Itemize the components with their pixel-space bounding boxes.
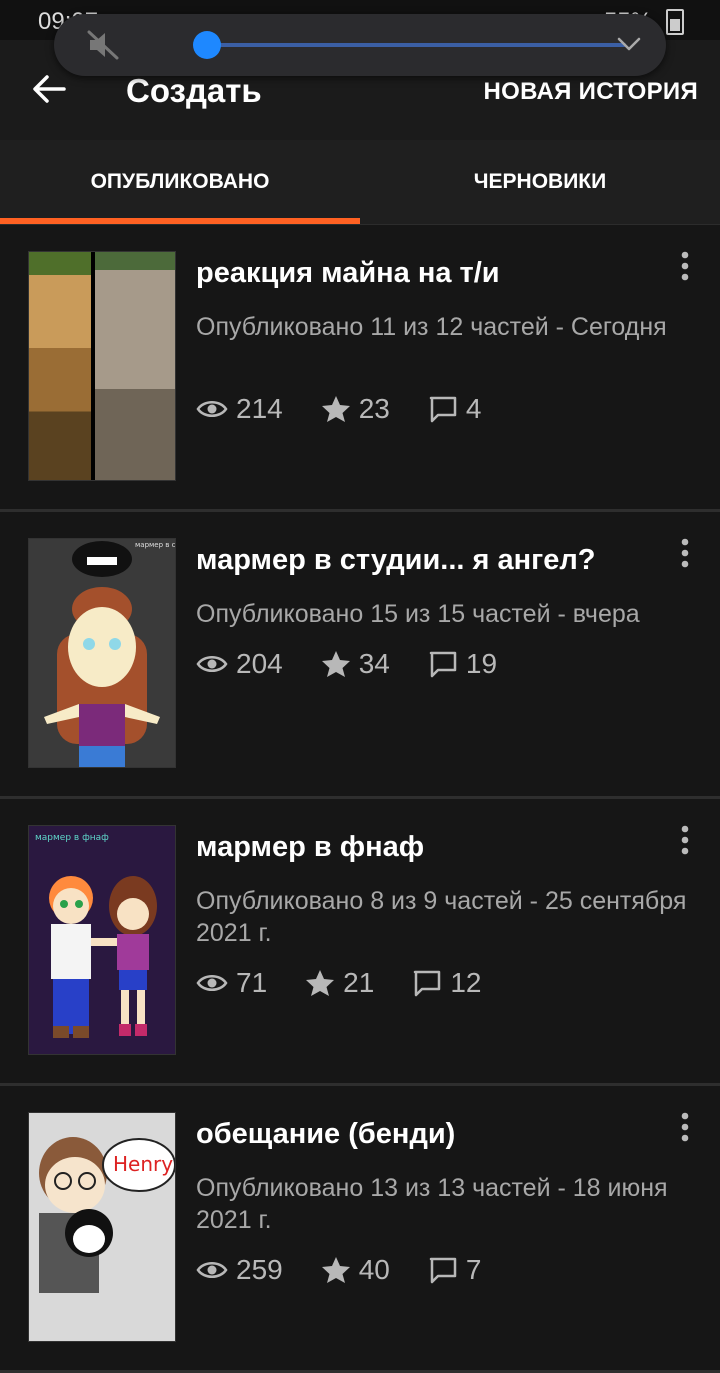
comments-count: 19 (465, 648, 498, 679)
story-cover[interactable] (28, 251, 176, 481)
story-meta: Опубликовано 15 из 15 частей - вчера (196, 600, 640, 628)
cover-text: мармер в фнаф (35, 833, 109, 843)
story-stats: 204 34 19 (196, 648, 535, 680)
comments-count: 4 (465, 393, 482, 424)
more-options-icon[interactable] (680, 825, 690, 855)
cover-text: Henry (113, 1152, 173, 1176)
tab-bar: ОПУБЛИКОВАНО ЧЕРНОВИКИ (0, 140, 720, 225)
story-title[interactable]: мармер в фнаф (196, 831, 424, 864)
votes-count: 23 (358, 393, 390, 424)
page-title: Создать (126, 72, 262, 109)
views-count: 71 (236, 967, 268, 998)
eye-icon (196, 1262, 228, 1278)
volume-panel (54, 14, 666, 76)
eye-icon (196, 975, 228, 991)
story-cover[interactable]: Henry (28, 1112, 176, 1342)
volume-slider-thumb[interactable] (193, 31, 221, 59)
battery-icon (666, 9, 684, 35)
views-count: 214 (236, 393, 283, 424)
story-stats: 214 23 4 (196, 393, 519, 425)
comment-icon (414, 970, 441, 997)
back-arrow-icon[interactable] (32, 74, 66, 104)
comments-count: 12 (450, 967, 482, 998)
star-icon (321, 396, 350, 422)
more-options-icon[interactable] (680, 538, 690, 568)
comments-count: 7 (465, 1254, 482, 1285)
tab-published[interactable]: ОПУБЛИКОВАНО (0, 140, 360, 224)
views-count: 259 (236, 1254, 283, 1285)
story-stats: 259 40 7 (196, 1254, 519, 1286)
new-story-button[interactable]: НОВАЯ ИСТОРИЯ (483, 78, 698, 106)
story-item[interactable]: Henry обещание (бенди) Опубликовано 13 и… (0, 1086, 720, 1373)
muted-speaker-icon[interactable] (86, 30, 120, 60)
votes-count: 21 (343, 967, 375, 998)
star-icon (306, 970, 335, 996)
more-options-icon[interactable] (680, 1112, 690, 1142)
volume-slider-track[interactable] (206, 43, 626, 47)
story-title[interactable]: мармер в студии... я ангел? (196, 544, 596, 577)
more-options-icon[interactable] (680, 251, 690, 281)
story-cover[interactable]: мармер в студии... я ангел? (28, 538, 176, 768)
votes-count: 40 (358, 1254, 390, 1285)
story-item[interactable]: мармер в фнаф мармер в фнаф Опубликовано… (0, 799, 720, 1086)
eye-icon (196, 656, 228, 672)
eye-icon (196, 401, 228, 417)
cover-text: мармер в студии... я ангел? (135, 541, 175, 549)
active-tab-indicator (0, 218, 360, 224)
star-icon (321, 651, 350, 677)
story-meta: Опубликовано 8 из 9 частей - 25 сентября… (196, 887, 687, 947)
story-meta: Опубликовано 11 из 12 частей - Сегодня (196, 313, 667, 341)
story-title[interactable]: обещание (бенди) (196, 1118, 455, 1151)
story-item[interactable]: реакция майна на т/и Опубликовано 11 из … (0, 225, 720, 512)
chevron-down-icon[interactable] (616, 34, 642, 54)
story-meta: Опубликовано 13 из 13 частей - 18 июня 2… (196, 1174, 668, 1234)
story-cover[interactable]: мармер в фнаф (28, 825, 176, 1055)
story-title[interactable]: реакция майна на т/и (196, 257, 500, 290)
views-count: 204 (236, 648, 283, 679)
story-item[interactable]: мармер в студии... я ангел? мармер в сту… (0, 512, 720, 799)
comment-icon (429, 651, 457, 678)
tab-drafts[interactable]: ЧЕРНОВИКИ (360, 140, 720, 224)
story-list: реакция майна на т/и Опубликовано 11 из … (0, 225, 720, 1373)
votes-count: 34 (358, 648, 390, 679)
comment-icon (429, 396, 457, 423)
story-stats: 71 21 12 (196, 967, 519, 999)
